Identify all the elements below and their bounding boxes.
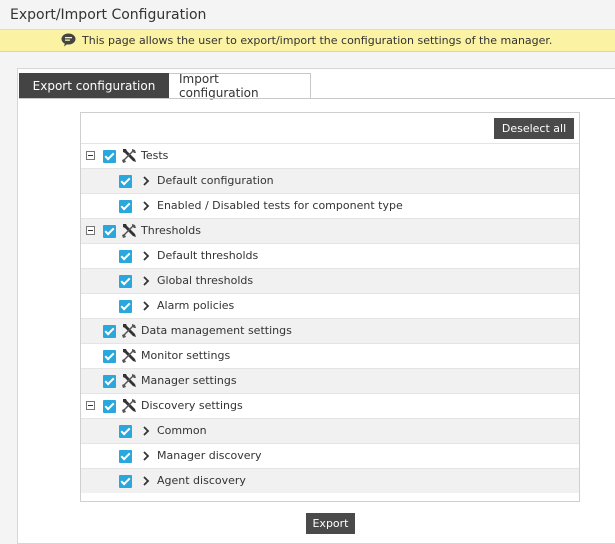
chevron-right-icon[interactable] bbox=[142, 425, 150, 437]
speech-bubble-icon bbox=[61, 33, 76, 47]
tree-item-label: Thresholds bbox=[141, 224, 201, 237]
page-title: Export/Import Configuration bbox=[10, 7, 207, 23]
info-text: This page allows the user to export/impo… bbox=[82, 34, 553, 47]
tree-checkbox[interactable] bbox=[103, 375, 116, 388]
tree-item-label: Manager discovery bbox=[157, 449, 262, 462]
chevron-right-icon[interactable] bbox=[142, 475, 150, 487]
tree-item-label: Default configuration bbox=[157, 174, 274, 187]
tree-row: Manager discovery bbox=[81, 443, 579, 468]
chevron-right-icon[interactable] bbox=[142, 275, 150, 287]
tree-checkbox[interactable] bbox=[119, 475, 132, 488]
collapse-toggle-icon[interactable] bbox=[86, 151, 95, 160]
tree-row: Enabled / Disabled tests for component t… bbox=[81, 193, 579, 218]
tree-checkbox[interactable] bbox=[119, 425, 132, 438]
deselect-all-button[interactable]: Deselect all bbox=[494, 118, 574, 139]
tree-item-label: Data management settings bbox=[141, 324, 292, 337]
tree-checkbox[interactable] bbox=[103, 400, 116, 413]
tree-item-label: Alarm policies bbox=[157, 299, 235, 312]
collapse-toggle-icon[interactable] bbox=[86, 226, 95, 235]
tools-icon bbox=[121, 223, 137, 239]
chevron-right-icon[interactable] bbox=[142, 250, 150, 262]
tree-row: Agent discovery bbox=[81, 468, 579, 493]
chevron-right-icon[interactable] bbox=[142, 175, 150, 187]
tree-item-label: Global thresholds bbox=[157, 274, 254, 287]
collapse-toggle-icon[interactable] bbox=[86, 401, 95, 410]
tree-item-label: Monitor settings bbox=[141, 349, 231, 362]
tools-icon bbox=[121, 373, 137, 389]
tree-checkbox[interactable] bbox=[119, 200, 132, 213]
tab-import-configuration[interactable]: Import configuration bbox=[169, 72, 311, 100]
tree-item-label: Enabled / Disabled tests for component t… bbox=[157, 199, 403, 212]
tree-item-label: Manager settings bbox=[141, 374, 237, 387]
tree-checkbox[interactable] bbox=[103, 225, 116, 238]
chevron-right-icon[interactable] bbox=[142, 450, 150, 462]
tree-row: Monitor settings bbox=[81, 343, 579, 368]
tree-row: Manager settings bbox=[81, 368, 579, 393]
tree-checkbox[interactable] bbox=[119, 275, 132, 288]
chevron-right-icon[interactable] bbox=[142, 300, 150, 312]
tree-checkbox[interactable] bbox=[103, 150, 116, 163]
tree-item-label: Common bbox=[157, 424, 207, 437]
tree-row: Discovery settings bbox=[81, 393, 579, 418]
tree-row: Alarm policies bbox=[81, 293, 579, 318]
tree-checkbox[interactable] bbox=[119, 175, 132, 188]
info-bar: This page allows the user to export/impo… bbox=[0, 30, 615, 52]
tools-icon bbox=[121, 398, 137, 414]
tools-icon bbox=[121, 348, 137, 364]
tree-row: Data management settings bbox=[81, 318, 579, 343]
tree-item-label: Default thresholds bbox=[157, 249, 259, 262]
tree-item-label: Tests bbox=[141, 149, 169, 162]
tree-row: Tests bbox=[81, 143, 579, 168]
tree-item-label: Discovery settings bbox=[141, 399, 243, 412]
tree-checkbox[interactable] bbox=[119, 450, 132, 463]
tools-icon bbox=[121, 148, 137, 164]
page-header: Export/Import Configuration bbox=[0, 0, 615, 30]
tree-row: Thresholds bbox=[81, 218, 579, 243]
tree-checkbox[interactable] bbox=[119, 250, 132, 263]
tabs-divider bbox=[19, 98, 615, 99]
tree-checkbox[interactable] bbox=[103, 350, 116, 363]
tree-item-label: Agent discovery bbox=[157, 474, 246, 487]
tree-checkbox[interactable] bbox=[119, 300, 132, 313]
tree-row: Default thresholds bbox=[81, 243, 579, 268]
tools-icon bbox=[121, 323, 137, 339]
tab-export-configuration[interactable]: Export configuration bbox=[19, 73, 169, 99]
tree-row: Common bbox=[81, 418, 579, 443]
tree-row: Default configuration bbox=[81, 168, 579, 193]
tree-checkbox[interactable] bbox=[103, 325, 116, 338]
export-button[interactable]: Export bbox=[306, 513, 355, 534]
tab-bar: Export configuration Import configuratio… bbox=[19, 72, 311, 100]
tree-row: Global thresholds bbox=[81, 268, 579, 293]
chevron-right-icon[interactable] bbox=[142, 200, 150, 212]
